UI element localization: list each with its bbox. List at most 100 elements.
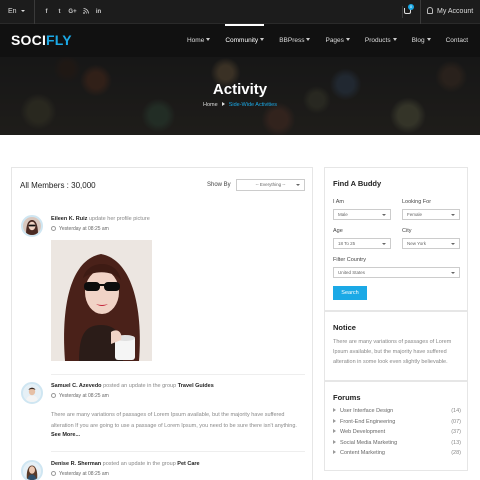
chevron-down-icon (426, 38, 431, 41)
forum-count: (28) (451, 450, 461, 456)
group-link[interactable]: Travel Guides (178, 383, 214, 389)
forum-item[interactable]: Web Development (37) (333, 429, 461, 440)
clock-icon (51, 393, 56, 398)
activity-time-text: Yesterday at 08:25 am (59, 393, 109, 399)
i-am-label: I Am (333, 199, 345, 205)
nav-item-contact[interactable]: Contact (446, 24, 468, 57)
profile-photo[interactable] (51, 240, 152, 361)
activity-text: There are many variations of passages of… (51, 412, 297, 429)
city-label: City (402, 228, 412, 234)
show-by-label: Show By (207, 182, 231, 188)
forums-list: User Interface Design (14) Front-End Engi… (333, 408, 461, 461)
forum-label: Web Development (340, 429, 386, 435)
nav-item-label: Home (186, 37, 205, 44)
see-more-link[interactable]: See More... (51, 432, 80, 438)
chevron-down-icon (260, 38, 265, 41)
nav-item-label: Products (364, 37, 391, 44)
chevron-right-icon (333, 418, 336, 423)
activity-meta: Denise R. Sherman posted an update in th… (51, 461, 200, 467)
forums-title: Forums (333, 393, 361, 402)
looking-for-label: Looking For (402, 199, 432, 205)
nav-item-label: Community (225, 37, 259, 44)
chevron-right-icon (333, 429, 336, 433)
nav-item-pages[interactable]: Pages (325, 24, 350, 57)
forum-item[interactable]: Social Media Marketing (13) (333, 439, 461, 451)
page-title: Activity (212, 81, 268, 98)
my-account-link[interactable]: My Account (420, 0, 473, 24)
forum-count: (14) (451, 408, 461, 414)
forum-label: User Interface Design (340, 408, 394, 414)
notice-text: There are many variations of passages of… (333, 339, 452, 365)
language-selector[interactable]: En (8, 0, 35, 24)
main-menu: Home Community BBPress Pages Products Bl… (172, 24, 468, 57)
avatar[interactable] (21, 382, 43, 404)
my-account-label: My Account (437, 8, 474, 15)
activity-time: Yesterday at 08:25 am (51, 226, 109, 232)
site-logo[interactable]: SOCIFLY (11, 32, 72, 48)
linkedin-icon[interactable]: in (92, 9, 105, 15)
author-name[interactable]: Samuel C. Azevedo (51, 383, 102, 389)
country-select[interactable]: United States (333, 267, 460, 278)
nav-item-community[interactable]: Community (225, 24, 265, 57)
nav-item-products[interactable]: Products (365, 24, 397, 57)
forum-label: Content Marketing (340, 450, 385, 456)
forum-count: (37) (451, 429, 461, 435)
nav-item-home[interactable]: Home (186, 24, 211, 57)
search-button[interactable]: Search (333, 286, 367, 300)
age-value: 18 To 25 (338, 241, 356, 246)
i-am-select[interactable]: Male (333, 209, 391, 220)
activity-meta: Samuel C. Azevedo posted an update in th… (51, 383, 214, 389)
forum-count: (07) (451, 418, 461, 425)
avatar[interactable] (21, 460, 43, 480)
activity-action: posted an update in the group (102, 461, 176, 467)
social-links: f t G+ in (40, 0, 105, 24)
forum-item[interactable]: User Interface Design (14) (333, 408, 461, 419)
google-plus-icon[interactable]: G+ (66, 9, 79, 15)
chevron-down-icon (382, 243, 386, 245)
activity-item: Denise R. Sherman posted an update in th… (21, 460, 305, 480)
avatar[interactable] (21, 215, 43, 237)
find-buddy-widget: Find A Buddy I Am Male Looking For Femal… (324, 167, 468, 311)
chevron-down-icon (392, 38, 397, 41)
logo-text: SOCI (11, 32, 47, 48)
activity-panel: All Members : 30,000 Show By -- Everythi… (11, 167, 313, 480)
rss-icon[interactable] (79, 8, 92, 16)
facebook-icon[interactable]: f (40, 9, 53, 15)
cart-count-badge: 0 (408, 4, 414, 10)
looking-for-select[interactable]: Female (402, 209, 460, 220)
chevron-down-icon (451, 214, 455, 216)
looking-for-value: Female (407, 212, 423, 217)
chevron-down-icon (306, 38, 311, 41)
notice-widget: Notice There are many variations of pass… (324, 311, 468, 381)
age-select[interactable]: 18 To 25 (333, 238, 391, 249)
chevron-right-icon (333, 439, 336, 444)
activity-time-text: Yesterday at 08:25 am (59, 226, 109, 232)
i-am-value: Male (338, 212, 348, 217)
author-name[interactable]: Eileen K. Ruiz (51, 216, 87, 222)
forum-item[interactable]: Front-End Engineering (07) (333, 418, 461, 430)
city-select[interactable]: New York (402, 238, 460, 249)
nav-item-label: Blog (411, 37, 425, 44)
notice-title: Notice (333, 323, 356, 332)
nav-item-label: BBPress (279, 37, 305, 44)
main-navbar: SOCIFLY Home Community BBPress Pages Pro… (0, 24, 480, 57)
forums-widget: Forums User Interface Design (14) Front-E… (324, 381, 468, 471)
nav-item-bbpress[interactable]: BBPress (279, 24, 311, 57)
language-label: En (8, 8, 17, 15)
activity-action: update her profile picture (88, 216, 150, 222)
nav-item-blog[interactable]: Blog (412, 24, 431, 57)
forum-item[interactable]: Content Marketing (28) (333, 450, 461, 461)
chevron-right-icon (221, 102, 225, 106)
activity-meta: Eileen K. Ruiz update her profile pictur… (51, 216, 150, 222)
page-hero-banner: Activity Home Side-Wide Activities (0, 57, 480, 135)
city-value: New York (407, 241, 427, 246)
twitter-icon[interactable]: t (53, 9, 66, 15)
show-by-select[interactable]: -- Everything -- (236, 179, 305, 191)
country-label: Filter Country (333, 257, 367, 263)
group-link[interactable]: Pet Care (177, 461, 199, 467)
activity-action: posted an update in the group (103, 383, 177, 389)
breadcrumb-current: Side-Wide Activities (228, 102, 277, 108)
chevron-right-icon (333, 408, 336, 412)
author-name[interactable]: Denise R. Sherman (51, 461, 101, 467)
breadcrumb-home[interactable]: Home (203, 102, 218, 108)
